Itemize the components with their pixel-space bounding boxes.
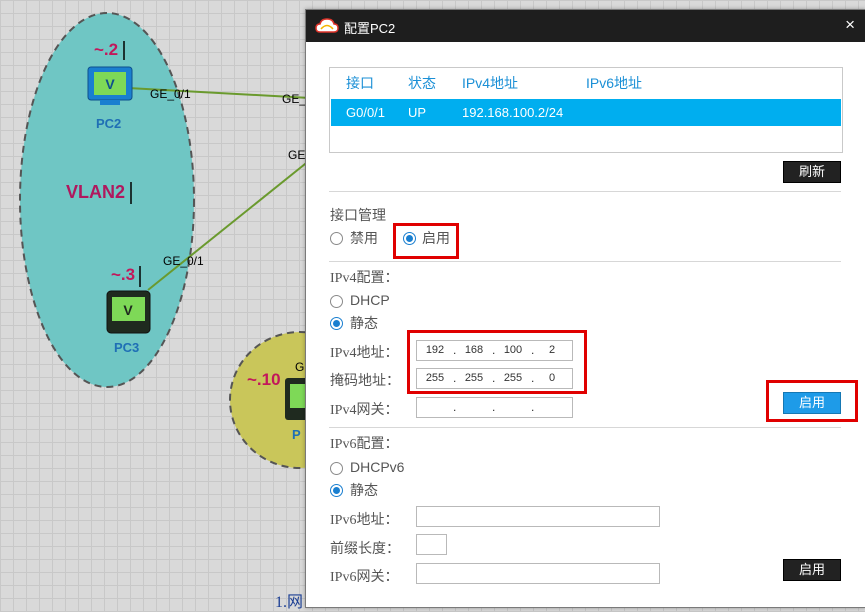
cloud-icon	[315, 18, 339, 33]
pc2-label: PC2	[96, 116, 122, 131]
pc3-ip-suffix: ~.3	[111, 265, 136, 284]
ipv4-static-radio[interactable]	[330, 317, 343, 330]
octet-separator: .	[453, 400, 457, 414]
pc-other-port-label: G	[295, 360, 305, 374]
prefix-length-label: 前缀长度：	[330, 542, 400, 557]
ipv4-section-label: IPv4配置：	[330, 271, 399, 286]
column-header: IPv6地址	[586, 75, 643, 91]
ipv6-dhcp-radio[interactable]	[330, 462, 343, 475]
switch-port-label-1: GE_	[282, 92, 307, 106]
ipv6-apply-button[interactable]: 启用	[783, 559, 841, 581]
dialog-title: 配置PC2	[344, 21, 396, 36]
pc2-ip-suffix: ~.2	[94, 40, 119, 59]
ipv4-address-label: IPv4地址：	[330, 346, 399, 361]
divider	[329, 191, 841, 192]
pc2-icon[interactable]: V	[87, 66, 133, 105]
highlight-box-apply	[766, 380, 858, 422]
ipv6-static-label: 静态	[350, 484, 378, 499]
table-row[interactable]: G0/0/1 UP 192.168.100.2/24	[331, 99, 841, 126]
refresh-button[interactable]: 刷新	[783, 161, 841, 183]
svg-text:V: V	[105, 76, 115, 92]
interface-mgmt-label: 接口管理	[330, 209, 386, 224]
ipv4-gateway-input[interactable]: . . .	[416, 397, 573, 418]
pc2-port-label: GE_0/1	[150, 87, 191, 101]
column-header: IPv4地址	[462, 75, 519, 91]
switch-port-label-2: GE	[288, 148, 306, 162]
divider	[329, 427, 841, 428]
ipv6-dhcp-label: DHCPv6	[350, 459, 405, 475]
disable-radio[interactable]	[330, 232, 343, 245]
ipv6-address-input[interactable]	[416, 506, 660, 527]
highlight-box-enable	[393, 223, 459, 259]
cell-ipv4: 192.168.100.2/24	[462, 105, 564, 120]
pc3-icon[interactable]: V	[106, 290, 151, 334]
prefix-length-input[interactable]	[416, 534, 447, 555]
ipv4-gateway-label: IPv4网关：	[330, 403, 399, 418]
close-icon[interactable]: ×	[845, 15, 855, 35]
ipv4-static-label: 静态	[350, 317, 378, 332]
divider	[329, 261, 841, 262]
highlight-box-ipv4	[407, 330, 587, 394]
ipv6-gateway-input[interactable]	[416, 563, 660, 584]
octet-separator: .	[531, 400, 535, 414]
svg-text:V: V	[123, 302, 133, 318]
config-pc2-dialog: 配置PC2 × 接口 状态 IPv4地址 IPv6地址 G0/0/1 UP 19…	[305, 9, 865, 608]
cell-status: UP	[408, 105, 427, 120]
ipv6-section-label: IPv6配置：	[330, 437, 399, 452]
ipv6-address-label: IPv6地址：	[330, 513, 399, 528]
column-header: 状态	[408, 75, 436, 91]
vlan-label: VLAN2	[66, 182, 126, 202]
ipv6-static-radio[interactable]	[330, 484, 343, 497]
column-header: 接口	[346, 75, 374, 91]
pc-other-label: P	[292, 427, 301, 442]
mask-label: 掩码地址：	[330, 374, 400, 389]
interface-table: 接口 状态 IPv4地址 IPv6地址 G0/0/1 UP 192.168.10…	[329, 67, 843, 153]
cell-interface: G0/0/1	[346, 105, 386, 120]
octet-separator: .	[492, 400, 496, 414]
ipv4-dhcp-radio[interactable]	[330, 295, 343, 308]
disable-label: 禁用	[350, 232, 378, 247]
pc3-port-label: GE_0/1	[163, 254, 204, 268]
ipv6-gateway-label: IPv6网关：	[330, 570, 399, 585]
dialog-titlebar[interactable]: 配置PC2 ×	[306, 10, 865, 42]
table-header: 接口 状态 IPv4地址 IPv6地址	[330, 68, 842, 96]
ipv4-dhcp-label: DHCP	[350, 292, 390, 308]
document-caption: 1.网	[275, 594, 304, 611]
pc-other-ip-suffix: ~.10	[247, 370, 281, 389]
pc3-label: PC3	[114, 340, 140, 355]
